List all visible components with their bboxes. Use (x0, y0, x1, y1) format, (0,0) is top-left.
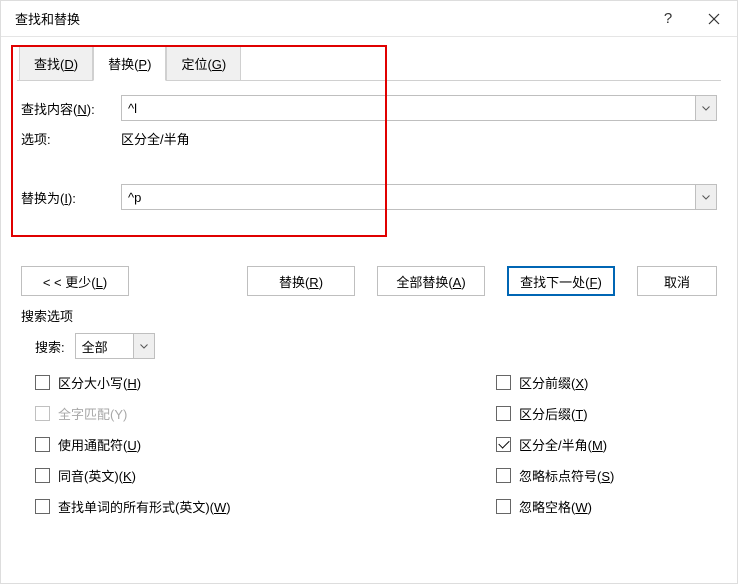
checkbox-label: 区分前缀(X) (519, 373, 588, 392)
find-input[interactable] (121, 95, 695, 121)
checkbox-item[interactable]: 查找单词的所有形式(英文)(W) (35, 497, 376, 516)
replace-row: 替换为(I): (21, 184, 717, 210)
options-value: 区分全/半角 (121, 129, 190, 148)
options-row: 选项: 区分全/半角 (21, 129, 717, 148)
tabstrip: 查找(D) 替换(P) 定位(G) (17, 47, 721, 81)
titlebar: 查找和替换 ? (1, 1, 737, 37)
chevron-down-icon (140, 344, 148, 349)
checkbox-item[interactable]: 区分后缀(T) (496, 404, 717, 423)
find-next-button[interactable]: 查找下一处(F) (507, 266, 615, 296)
replace-dropdown-button[interactable] (695, 184, 717, 210)
search-direction-label: 搜索: (35, 337, 65, 356)
search-direction-select[interactable]: 全部 (75, 333, 155, 359)
replace-button[interactable]: 替换(R) (247, 266, 355, 296)
checkbox-icon (35, 375, 50, 390)
options-label: 选项: (21, 129, 121, 148)
find-replace-dialog: 查找和替换 ? 查找(D) 替换(P) 定位(G) 查找内容(N): (0, 0, 738, 584)
checkbox-icon (496, 468, 511, 483)
find-row: 查找内容(N): (21, 95, 717, 121)
dialog-content: 查找(D) 替换(P) 定位(G) 查找内容(N): (1, 37, 737, 516)
checkbox-label: 全字匹配(Y) (58, 404, 127, 423)
checkbox-icon (35, 468, 50, 483)
close-button[interactable] (691, 1, 737, 37)
tab-find[interactable]: 查找(D) (19, 46, 93, 80)
checkbox-col-left: 区分大小写(H) 全字匹配(Y) 使用通配符(U) 同音(英文)(K) 查找单词的所有形… (35, 373, 376, 516)
find-label: 查找内容(N): (21, 99, 121, 118)
dialog-title: 查找和替换 (15, 9, 645, 28)
checkbox-label: 区分后缀(T) (519, 404, 588, 423)
checkbox-col-right: 区分前缀(X) 区分后缀(T) 区分全/半角(M) 忽略标点符号(S) 忽略空格(W) (376, 373, 717, 516)
button-row: < < 更少(L) 替换(R) 全部替换(A) 查找下一处(F) 取消 (17, 266, 721, 296)
checkbox-label: 查找单词的所有形式(英文)(W) (58, 497, 231, 516)
help-button[interactable]: ? (645, 1, 691, 37)
chevron-down-icon (702, 195, 710, 200)
replace-input-wrap (121, 184, 717, 210)
replace-label: 替换为(I): (21, 188, 121, 207)
find-input-wrap (121, 95, 717, 121)
checkbox-icon (35, 437, 50, 452)
search-direction-dropdown[interactable] (133, 333, 155, 359)
checkbox-label: 忽略标点符号(S) (519, 466, 614, 485)
checkbox-label: 区分全/半角(M) (519, 435, 607, 454)
checkbox-icon (35, 406, 50, 421)
checkbox-item[interactable]: 使用通配符(U) (35, 435, 376, 454)
checkbox-item[interactable]: 同音(英文)(K) (35, 466, 376, 485)
search-direction-row: 搜索: 全部 (21, 333, 717, 359)
checkbox-item[interactable]: 忽略标点符号(S) (496, 466, 717, 485)
checkbox-item[interactable]: 区分前缀(X) (496, 373, 717, 392)
checkbox-label: 同音(英文)(K) (58, 466, 136, 485)
checkbox-item[interactable]: 区分全/半角(M) (496, 435, 717, 454)
search-options-section: 搜索选项 搜索: 全部 区分大小写(H) 全字匹配(Y) 使用通配符(U) 同音(英文… (17, 296, 721, 516)
checkbox-item[interactable]: 忽略空格(W) (496, 497, 717, 516)
checkbox-item: 全字匹配(Y) (35, 404, 376, 423)
checkbox-label: 使用通配符(U) (58, 435, 141, 454)
cancel-button[interactable]: 取消 (637, 266, 717, 296)
checkbox-columns: 区分大小写(H) 全字匹配(Y) 使用通配符(U) 同音(英文)(K) 查找单词的所有形… (21, 373, 717, 516)
checkbox-icon (496, 375, 511, 390)
find-dropdown-button[interactable] (695, 95, 717, 121)
chevron-down-icon (702, 106, 710, 111)
checkbox-icon (35, 499, 50, 514)
search-direction-value: 全部 (75, 333, 133, 359)
checkbox-item[interactable]: 区分大小写(H) (35, 373, 376, 392)
close-icon (708, 13, 720, 25)
checkbox-label: 区分大小写(H) (58, 373, 141, 392)
checkbox-label: 忽略空格(W) (519, 497, 592, 516)
checkbox-icon (496, 406, 511, 421)
checkbox-icon (496, 437, 511, 452)
search-options-title: 搜索选项 (21, 306, 717, 325)
replace-all-button[interactable]: 全部替换(A) (377, 266, 485, 296)
replace-input[interactable] (121, 184, 695, 210)
tab-replace[interactable]: 替换(P) (93, 46, 166, 81)
less-button[interactable]: < < 更少(L) (21, 266, 129, 296)
form-area: 查找内容(N): 选项: 区分全/半角 替换为(I): (17, 81, 721, 210)
checkbox-icon (496, 499, 511, 514)
tab-goto[interactable]: 定位(G) (166, 46, 241, 80)
